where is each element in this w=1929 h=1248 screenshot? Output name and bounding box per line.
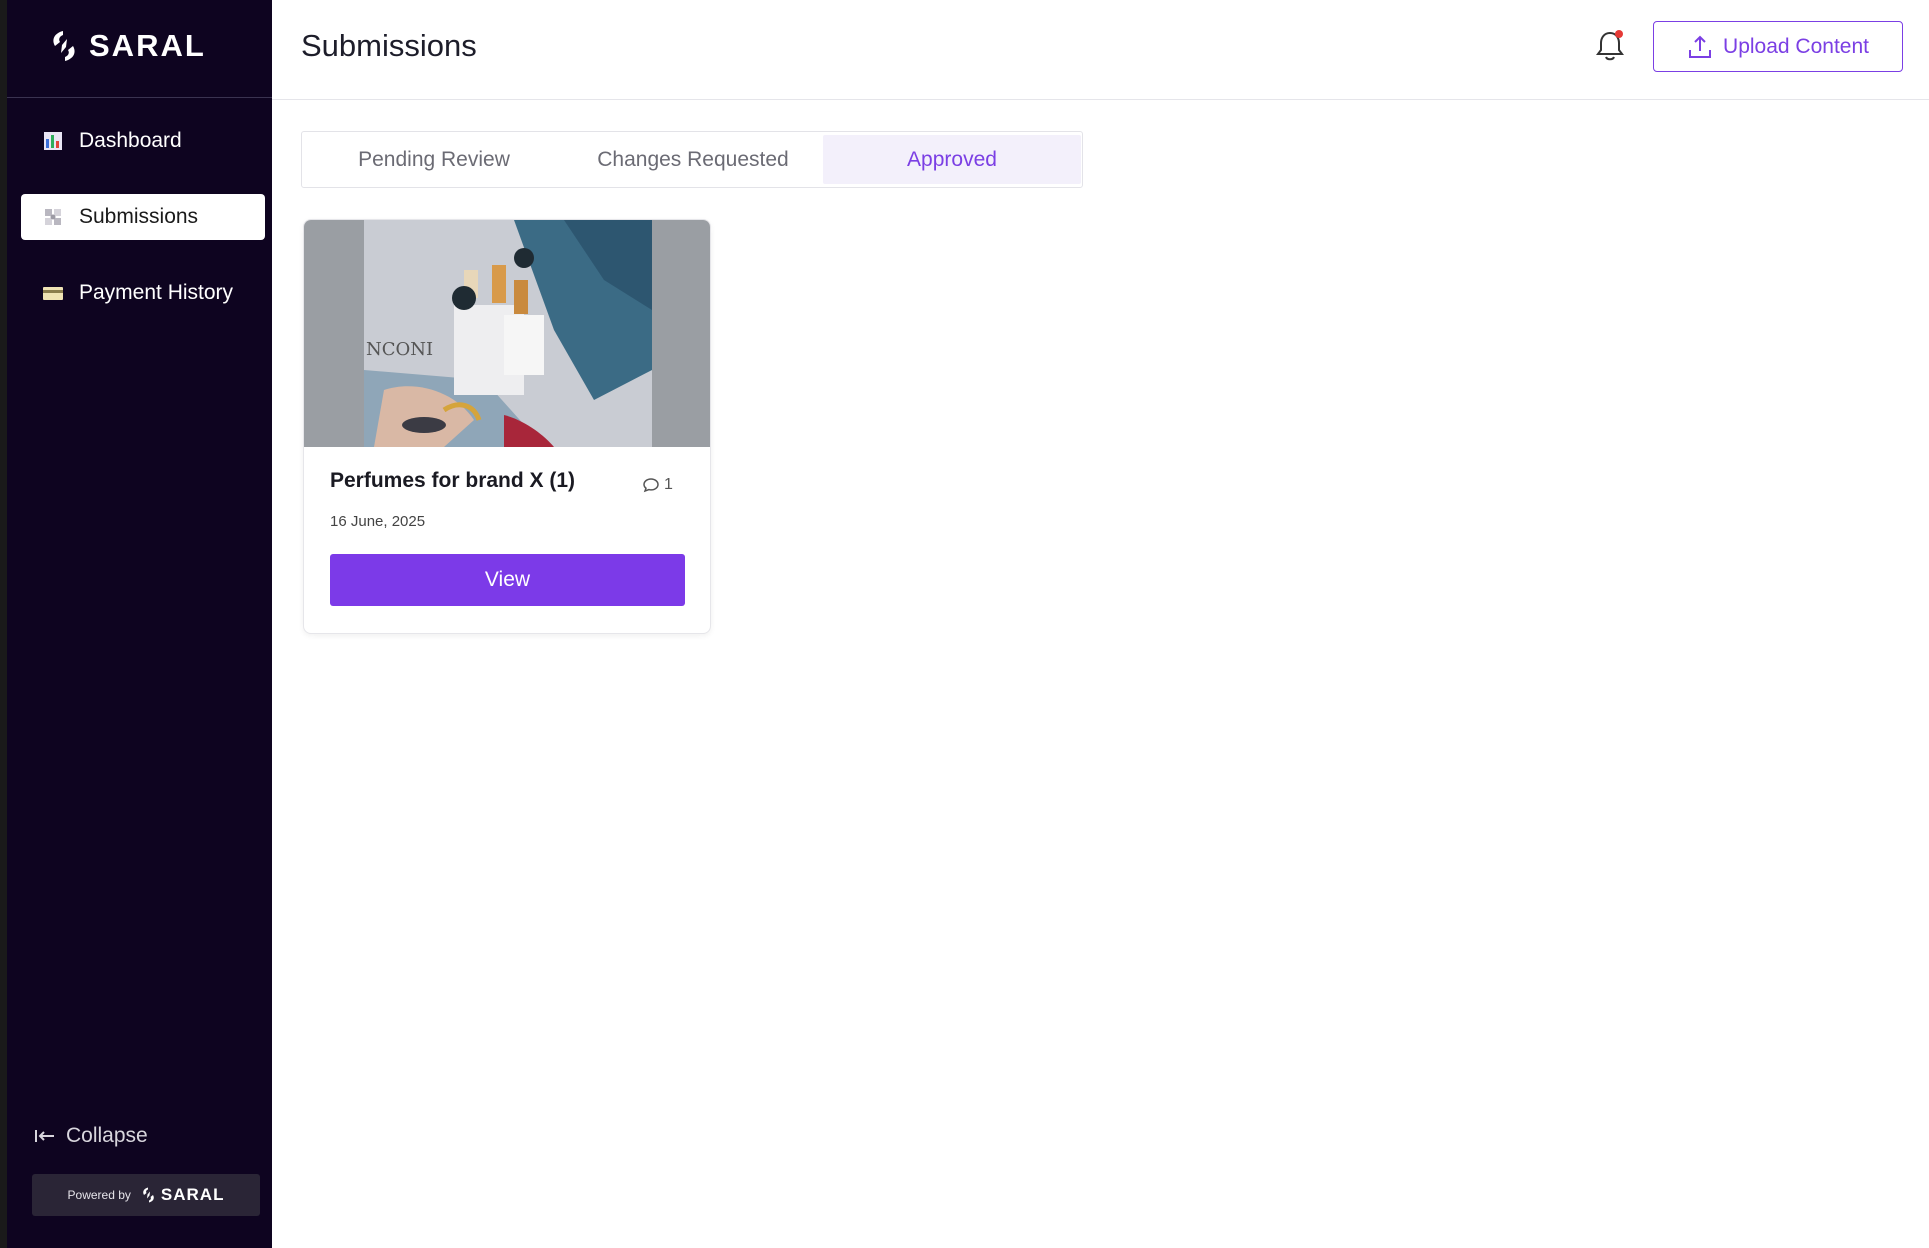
bar-chart-icon	[44, 132, 62, 150]
submission-tabs: Pending Review Changes Requested Approve…	[301, 131, 1083, 188]
sidebar-item-label: Payment History	[79, 281, 234, 304]
upload-content-label: Upload Content	[1723, 34, 1869, 58]
puzzle-icon	[45, 209, 61, 225]
sidebar-item-label: Submissions	[79, 205, 199, 228]
upload-icon	[1689, 35, 1712, 58]
brand-name: SARAL	[89, 28, 206, 63]
collapse-left-icon	[35, 1130, 54, 1142]
notification-dot	[1615, 30, 1623, 38]
perfume-photo-image: NCONI	[364, 220, 652, 447]
upload-content-button[interactable]: Upload Content	[1653, 21, 1903, 72]
tab-changes-requested[interactable]: Changes Requested	[563, 135, 823, 184]
credit-card-icon	[43, 287, 63, 300]
sidebar-item-payment-history[interactable]: Payment History	[21, 270, 265, 316]
comment-count-value: 1	[664, 476, 673, 493]
sidebar: SARAL Dashboard Submissions Payment Hist…	[0, 0, 272, 1248]
powered-brand-name: SARAL	[160, 1185, 225, 1204]
page-title: Submissions	[301, 28, 477, 63]
collapse-label: Collapse	[66, 1124, 148, 1147]
powered-by-text: Powered by	[67, 1188, 131, 1202]
submission-thumbnail: NCONI	[304, 220, 710, 447]
comment-count[interactable]: 1	[642, 476, 673, 494]
saral-logo-icon	[53, 31, 75, 61]
saral-logo-icon	[143, 1187, 154, 1203]
sidebar-nav: Dashboard Submissions Payment History	[21, 118, 265, 346]
submission-title: Perfumes for brand X (1)	[330, 469, 576, 492]
tab-approved[interactable]: Approved	[823, 135, 1081, 184]
svg-text:NCONI: NCONI	[366, 339, 433, 360]
tab-pending-review[interactable]: Pending Review	[305, 135, 563, 184]
powered-brand: SARAL	[141, 1185, 225, 1205]
brand-logo[interactable]: SARAL	[49, 28, 206, 64]
comment-icon	[643, 478, 659, 493]
brand-divider	[7, 97, 272, 98]
view-button[interactable]: View	[330, 554, 685, 606]
sidebar-item-submissions[interactable]: Submissions	[21, 194, 265, 240]
bell-icon[interactable]	[1594, 28, 1626, 62]
sidebar-item-label: Dashboard	[79, 129, 182, 152]
collapse-button[interactable]: Collapse	[34, 1124, 148, 1148]
submission-card: NCONI Perfumes for brand X (1) 1 16 June…	[303, 219, 711, 634]
submission-date: 16 June, 2025	[330, 513, 426, 530]
app-root: SARAL Dashboard Submissions Payment Hist…	[0, 0, 1929, 1248]
sidebar-item-dashboard[interactable]: Dashboard	[21, 118, 265, 164]
powered-by-badge: Powered by SARAL	[32, 1174, 260, 1216]
top-header: Submissions Upload Content	[272, 0, 1929, 100]
